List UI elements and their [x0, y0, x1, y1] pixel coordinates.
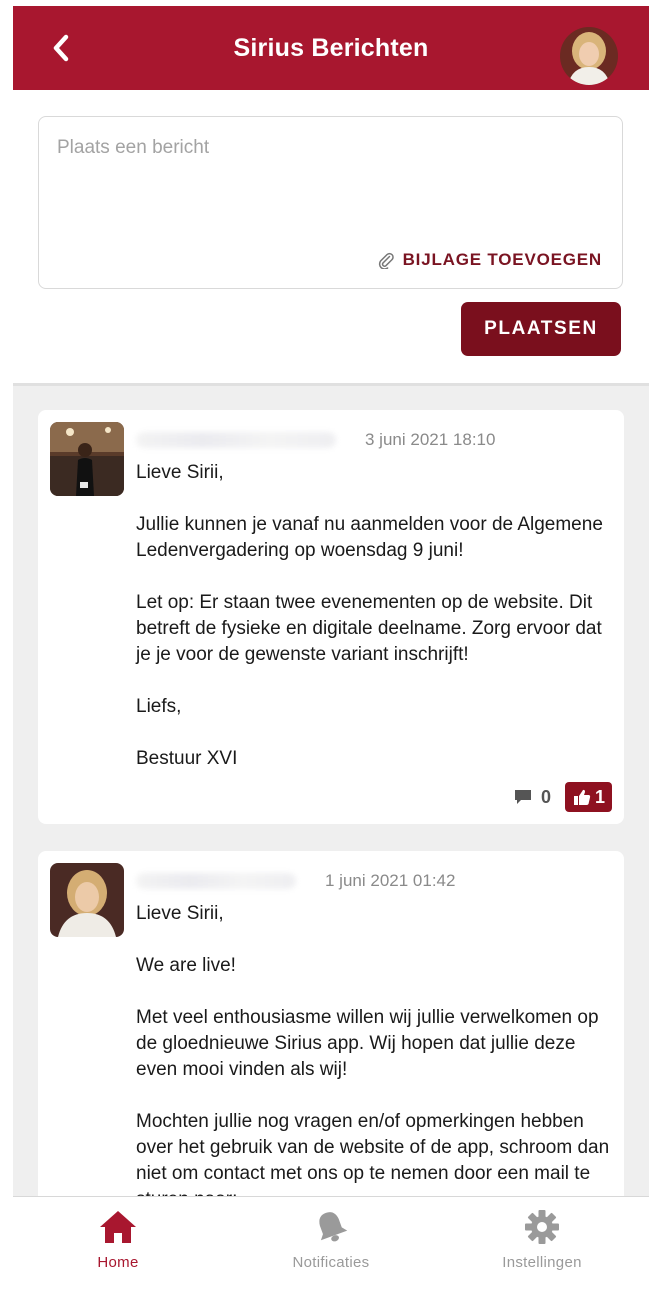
- comment-count: 0: [540, 786, 551, 807]
- profile-avatar[interactable]: [560, 27, 618, 85]
- post-paragraph: Mochten jullie nog vragen en/of opmerkin…: [136, 1111, 610, 1196]
- author-avatar[interactable]: [50, 422, 124, 496]
- page-title: Sirius Berichten: [233, 33, 429, 62]
- post-paragraph: Lieve Sirii,: [136, 462, 224, 483]
- post-paragraph: Bestuur XVI: [136, 748, 238, 769]
- bottom-tab-bar: Home Notificaties Instellingen: [13, 1196, 649, 1301]
- post-paragraph: Lieve Sirii,: [136, 903, 224, 924]
- post-date: 3 juni 2021 18:10: [365, 430, 496, 449]
- author-avatar[interactable]: [50, 863, 124, 937]
- tab-home[interactable]: Home: [48, 1209, 188, 1271]
- post-actions: 0 1: [513, 782, 612, 812]
- post-body: Lieve Sirii, We are live! Met veel entho…: [136, 901, 616, 1196]
- post-paragraph: Met veel enthousiasme willen wij jullie …: [136, 1007, 599, 1080]
- tab-home-label: Home: [97, 1254, 139, 1271]
- post-card: 1 juni 2021 01:42 Lieve Sirii, We are li…: [38, 851, 624, 1196]
- comment-icon: [514, 790, 531, 804]
- post-card: 3 juni 2021 18:10 Lieve Sirii, Jullie ku…: [38, 410, 624, 824]
- paperclip-icon: [378, 252, 394, 269]
- avatar-image: [50, 863, 124, 937]
- author-name-redacted: [136, 873, 296, 889]
- tab-settings-label: Instellingen: [502, 1254, 582, 1271]
- home-icon: [100, 1211, 136, 1243]
- post-paragraph: Jullie kunnen je vanaf nu aanmelden voor…: [136, 514, 603, 561]
- message-input[interactable]: [57, 137, 602, 233]
- back-button[interactable]: [45, 30, 77, 66]
- post-button[interactable]: PLAATSEN: [461, 302, 621, 356]
- message-feed[interactable]: 3 juni 2021 18:10 Lieve Sirii, Jullie ku…: [13, 383, 649, 1196]
- message-composer: BIJLAGE TOEVOEGEN: [38, 116, 623, 289]
- gear-icon: [525, 1210, 559, 1244]
- post-date: 1 juni 2021 01:42: [325, 871, 456, 890]
- tab-notifications[interactable]: Notificaties: [261, 1209, 401, 1271]
- add-attachment-button[interactable]: BIJLAGE TOEVOEGEN: [377, 250, 602, 270]
- add-attachment-label: BIJLAGE TOEVOEGEN: [402, 250, 602, 269]
- post-body: Lieve Sirii, Jullie kunnen je vanaf nu a…: [136, 460, 616, 772]
- bell-icon: [319, 1212, 348, 1242]
- thumbs-up-icon: [573, 789, 591, 805]
- like-button[interactable]: 1: [564, 782, 612, 812]
- avatar-image: [50, 422, 124, 496]
- app-header: Sirius Berichten: [13, 6, 649, 90]
- comments-button[interactable]: 0: [513, 787, 551, 808]
- post-paragraph: Let op: Er staan twee evenementen op de …: [136, 592, 602, 665]
- avatar-image: [560, 27, 618, 85]
- tab-notifications-label: Notificaties: [292, 1254, 370, 1271]
- author-name-redacted: [136, 432, 336, 448]
- post-paragraph: Liefs,: [136, 696, 182, 717]
- tab-settings[interactable]: Instellingen: [472, 1209, 612, 1271]
- chevron-left-icon: [53, 34, 69, 62]
- like-count: 1: [594, 786, 605, 807]
- post-paragraph: We are live!: [136, 955, 236, 976]
